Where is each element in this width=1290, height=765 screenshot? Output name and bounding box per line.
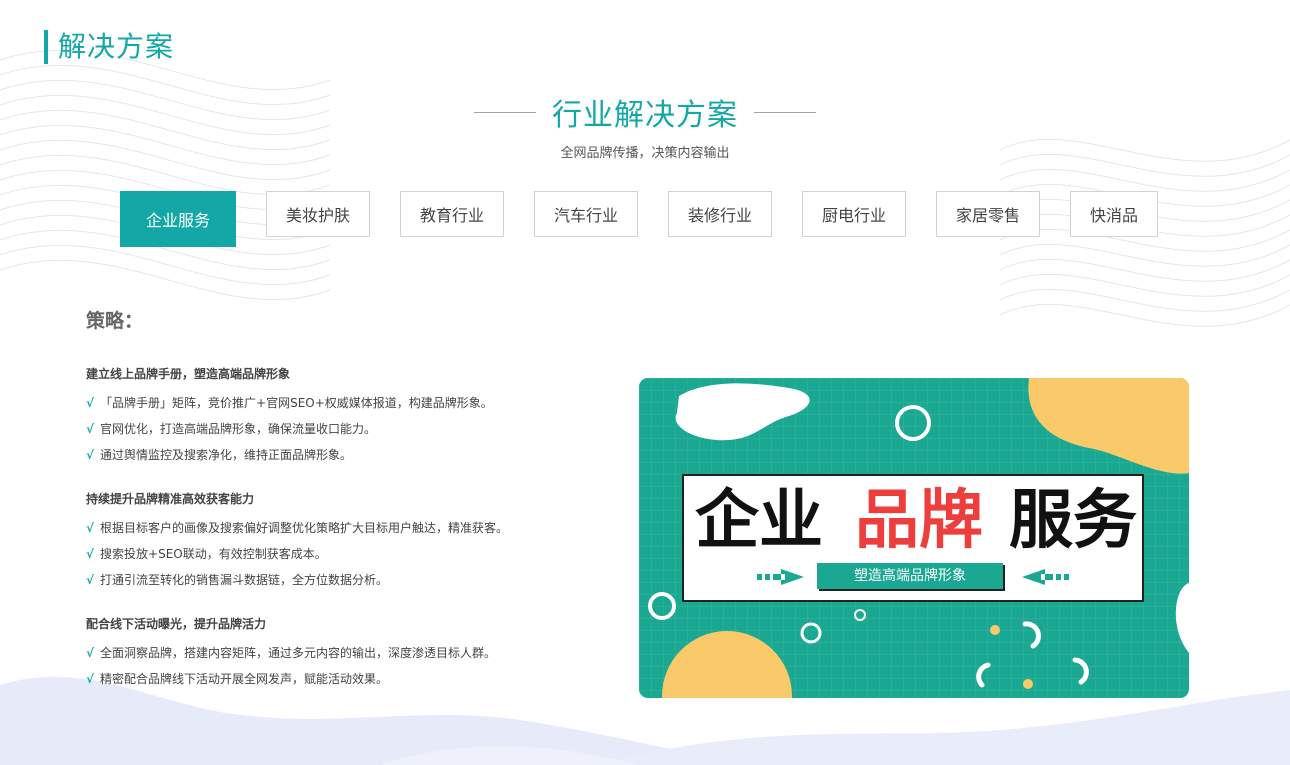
title-divider-left: [474, 111, 536, 113]
strategy-item: √ 搜索投放+SEO联动，有效控制获客成本。: [86, 541, 606, 567]
page-header-title: 解决方案: [58, 30, 175, 63]
strategy-item: √ 通过舆情监控及搜索净化，维持正面品牌形象。: [86, 442, 606, 468]
strategy-title: 策略：: [86, 310, 144, 332]
strategy-item: √ 打通引流至转化的销售漏斗数据链，全方位数据分析。: [86, 567, 606, 593]
tab-education[interactable]: 教育行业: [400, 191, 504, 237]
tab-kitchen-appliance[interactable]: 厨电行业: [802, 191, 906, 237]
strategy-group: 持续提升品牌精准高效获客能力 √ 根据目标客户的画像及搜索偏好调整优化策略扩大目标…: [86, 490, 606, 593]
strategy-item: √ 官网优化，打造高端品牌形象，确保流量收口能力。: [86, 416, 606, 442]
strategy-item-text: 精密配合品牌线下活动开展全网发声，赋能活动效果。: [100, 672, 389, 686]
tab-decoration[interactable]: 装修行业: [668, 191, 772, 237]
check-icon: √: [86, 672, 95, 686]
banner-word-service: 服务: [1009, 484, 1137, 558]
banner-word-enterprise: 企业: [695, 484, 823, 558]
strategy-group-heading: 持续提升品牌精准高效获客能力: [86, 492, 255, 506]
strategy-item: √ 「品牌手册」矩阵，竞价推广+官网SEO+权威媒体报道，构建品牌形象。: [86, 390, 606, 416]
strategy-item: √ 根据目标客户的画像及搜索偏好调整优化策略扩大目标用户触达，精准获客。: [86, 515, 606, 541]
check-icon: √: [86, 422, 95, 436]
check-icon: √: [86, 547, 95, 561]
check-icon: √: [86, 573, 95, 587]
strategy-panel: 策略： 建立线上品牌手册，塑造高端品牌形象 √ 「品牌手册」矩阵，竞价推广+官网S…: [86, 306, 606, 714]
strategy-item-text: 根据目标客户的画像及搜索偏好调整优化策略扩大目标用户触达，精准获客。: [100, 521, 509, 535]
check-icon: √: [86, 448, 95, 462]
tab-enterprise-service[interactable]: 企业服务: [120, 191, 236, 247]
strategy-item-text: 打通引流至转化的销售漏斗数据链，全方位数据分析。: [100, 573, 389, 587]
strategy-group: 建立线上品牌手册，塑造高端品牌形象 √ 「品牌手册」矩阵，竞价推广+官网SEO+权…: [86, 365, 606, 468]
tab-automotive[interactable]: 汽车行业: [534, 191, 638, 237]
enterprise-service-banner: 企业 品牌 服务 塑造高端品牌形象: [639, 378, 1189, 698]
strategy-group-heading: 建立线上品牌手册，塑造高端品牌形象: [86, 367, 291, 381]
check-icon: √: [86, 396, 95, 410]
strategy-item: √ 全面洞察品牌，搭建内容矩阵，通过多元内容的输出，深度渗透目标人群。: [86, 640, 606, 666]
strategy-item-text: 官网优化，打造高端品牌形象，确保流量收口能力。: [100, 422, 377, 436]
strategy-group: 配合线下活动曝光，提升品牌活力 √ 全面洞察品牌，搭建内容矩阵，通过多元内容的输出…: [86, 615, 606, 692]
banner-word-brand: 品牌: [855, 484, 983, 558]
strategy-item-text: 通过舆情监控及搜索净化，维持正面品牌形象。: [100, 448, 353, 462]
page-header: 解决方案: [44, 30, 174, 64]
tab-fmcg[interactable]: 快消品: [1070, 191, 1158, 237]
section-title-block: 行业解决方案 全网品牌传播，决策内容输出: [0, 90, 1290, 161]
section-subtitle: 全网品牌传播，决策内容输出: [560, 146, 730, 161]
strategy-item-text: 全面洞察品牌，搭建内容矩阵，通过多元内容的输出，深度渗透目标人群。: [100, 646, 497, 660]
banner-tagline: 塑造高端品牌形象: [817, 563, 1003, 589]
strategy-item-text: 「品牌手册」矩阵，竞价推广+官网SEO+权威媒体报道，构建品牌形象。: [100, 396, 493, 410]
strategy-group-heading: 配合线下活动曝光，提升品牌活力: [86, 617, 267, 631]
check-icon: √: [86, 646, 95, 660]
strategy-item-text: 搜索投放+SEO联动，有效控制获客成本。: [100, 547, 327, 561]
tab-home-retail[interactable]: 家居零售: [936, 191, 1040, 237]
section-title: 行业解决方案: [552, 98, 738, 133]
strategy-item: √ 精密配合品牌线下活动开展全网发声，赋能活动效果。: [86, 666, 606, 692]
tab-beauty-skincare[interactable]: 美妆护肤: [266, 191, 370, 237]
title-divider-right: [754, 111, 816, 113]
check-icon: √: [86, 521, 95, 535]
